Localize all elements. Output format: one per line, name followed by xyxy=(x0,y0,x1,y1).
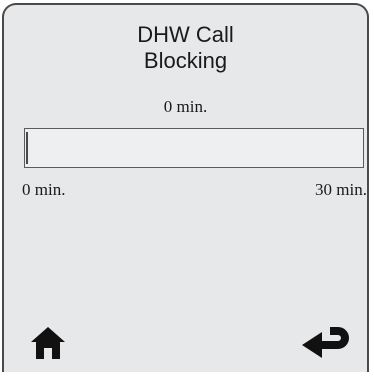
back-button[interactable] xyxy=(300,327,352,361)
return-arrow-icon xyxy=(302,327,349,358)
home-icon xyxy=(31,327,65,359)
range-max-label: 30 min. xyxy=(315,180,367,199)
title-line-1: DHW Call xyxy=(137,22,234,47)
page-title: DHW Call Blocking xyxy=(4,22,367,74)
progress-start-marker xyxy=(26,132,28,164)
current-value: 0 min. xyxy=(163,97,208,116)
home-button[interactable] xyxy=(30,326,66,360)
blocking-progress-bar xyxy=(24,128,364,168)
title-line-2: Blocking xyxy=(143,48,228,73)
range-min-label: 0 min. xyxy=(22,180,66,199)
